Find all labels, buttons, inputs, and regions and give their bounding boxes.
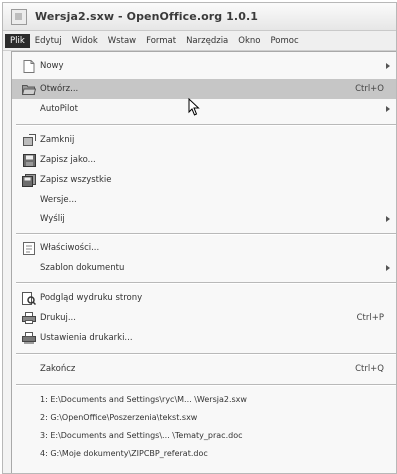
- menu-item-label: Wyślij: [40, 214, 65, 224]
- menu-plik[interactable]: Plik: [5, 33, 30, 48]
- menu-item-zapisz-wszystkie[interactable]: Zapisz wszystkie: [12, 170, 396, 190]
- menu-separator: [16, 282, 396, 284]
- printer-icon: [22, 311, 36, 325]
- menu-item-zakoncz[interactable]: Zakończ Ctrl+Q: [12, 359, 396, 379]
- menu-separator: [16, 384, 396, 386]
- menu-separator: [16, 353, 396, 355]
- menu-item-label: Wersje...: [40, 195, 77, 205]
- recent-file-label: 4: G:\Moje dokumenty\ZIPCBP_referat.doc: [40, 448, 208, 458]
- menu-item-otworz[interactable]: Otwórz... Ctrl+O: [12, 79, 396, 99]
- menu-item-szablon[interactable]: Szablon dokumentu: [12, 258, 396, 278]
- recent-file-item[interactable]: 1: E:\Documents and Settings\ryc\M... \W…: [12, 390, 396, 408]
- submenu-arrow-icon: [386, 63, 390, 69]
- printer-settings-icon: [22, 331, 36, 345]
- recent-file-item[interactable]: 4: G:\Moje dokumenty\ZIPCBP_referat.doc: [12, 444, 396, 462]
- menu-item-label: Zakończ: [40, 364, 76, 374]
- menu-pomoc[interactable]: Pomoc: [265, 34, 303, 48]
- menu-item-label: Szablon dokumentu: [40, 263, 125, 273]
- menu-item-zamknij[interactable]: Zamknij: [12, 130, 396, 150]
- shortcut-label: Ctrl+O: [355, 84, 384, 94]
- recent-file-item[interactable]: 2: G:\OpenOffice\Poszerzenia\tekst.sxw: [12, 408, 396, 426]
- file-menu-dropdown: Nowy Otwórz... Ctrl+O AutoPilot Zamknij: [11, 51, 396, 473]
- menu-item-label: Zapisz wszystkie: [40, 175, 112, 185]
- title-bar: Wersja2.sxw - OpenOffice.org 1.0.1: [3, 3, 396, 31]
- page-preview-icon: [22, 291, 36, 305]
- new-document-icon: [22, 59, 36, 73]
- menu-separator: [16, 124, 396, 126]
- menu-item-drukuj[interactable]: Drukuj... Ctrl+P: [12, 308, 396, 328]
- menu-item-wersje[interactable]: Wersje...: [12, 190, 396, 210]
- openoffice-window: Wersja2.sxw - OpenOffice.org 1.0.1 Plik …: [2, 2, 397, 474]
- menu-item-label: Otwórz...: [40, 84, 79, 94]
- save-all-icon: [22, 173, 36, 187]
- properties-icon: [22, 241, 36, 255]
- menu-item-wyslij[interactable]: Wyślij: [12, 209, 396, 229]
- save-as-icon: [22, 153, 36, 167]
- menu-format[interactable]: Format: [141, 34, 181, 48]
- shortcut-label: Ctrl+P: [356, 313, 384, 323]
- recent-file-label: 3: E:\Documents and Settings\... \Tematy…: [40, 430, 243, 440]
- submenu-arrow-icon: [386, 216, 390, 222]
- submenu-arrow-icon: [386, 106, 390, 112]
- menu-item-autopilot[interactable]: AutoPilot: [12, 99, 396, 119]
- menu-item-label: Podgląd wydruku strony: [40, 293, 143, 303]
- menu-item-label: Nowy: [40, 61, 64, 71]
- menu-edytuj[interactable]: Edytuj: [30, 34, 67, 48]
- close-document-icon: [22, 133, 36, 147]
- menu-separator: [16, 233, 396, 235]
- menu-item-label: Zapisz jako...: [40, 155, 96, 165]
- menu-item-zapisz-jako[interactable]: Zapisz jako...: [12, 150, 396, 170]
- menu-item-label: Zamknij: [40, 135, 75, 145]
- menu-item-label: Ustawienia drukarki...: [40, 333, 133, 343]
- menu-item-podglad[interactable]: Podgląd wydruku strony: [12, 288, 396, 308]
- menu-item-label: Drukuj...: [40, 313, 76, 323]
- recent-file-label: 1: E:\Documents and Settings\ryc\M... \W…: [40, 394, 247, 404]
- menu-item-label: AutoPilot: [40, 104, 78, 114]
- menu-item-nowy[interactable]: Nowy: [12, 56, 396, 76]
- mouse-cursor-icon: [188, 98, 200, 116]
- open-folder-icon: [22, 82, 36, 96]
- menu-wstaw[interactable]: Wstaw: [103, 34, 141, 48]
- submenu-arrow-icon: [386, 265, 390, 271]
- menu-okno[interactable]: Okno: [233, 34, 265, 48]
- recent-file-label: 2: G:\OpenOffice\Poszerzenia\tekst.sxw: [40, 412, 198, 422]
- menu-item-wlasciwosci[interactable]: Właściwości...: [12, 238, 396, 258]
- menu-bar: Plik Edytuj Widok Wstaw Format Narzędzia…: [3, 31, 396, 51]
- app-icon: [11, 8, 27, 25]
- menu-item-label: Właściwości...: [40, 243, 100, 253]
- menu-narzedzia[interactable]: Narzędzia: [181, 34, 233, 48]
- menu-widok[interactable]: Widok: [67, 34, 103, 48]
- shortcut-label: Ctrl+Q: [355, 364, 384, 374]
- menu-item-ustawienia-drukarki[interactable]: Ustawienia drukarki...: [12, 328, 396, 348]
- window-title: Wersja2.sxw - OpenOffice.org 1.0.1: [35, 10, 259, 23]
- recent-file-item[interactable]: 3: E:\Documents and Settings\... \Tematy…: [12, 426, 396, 444]
